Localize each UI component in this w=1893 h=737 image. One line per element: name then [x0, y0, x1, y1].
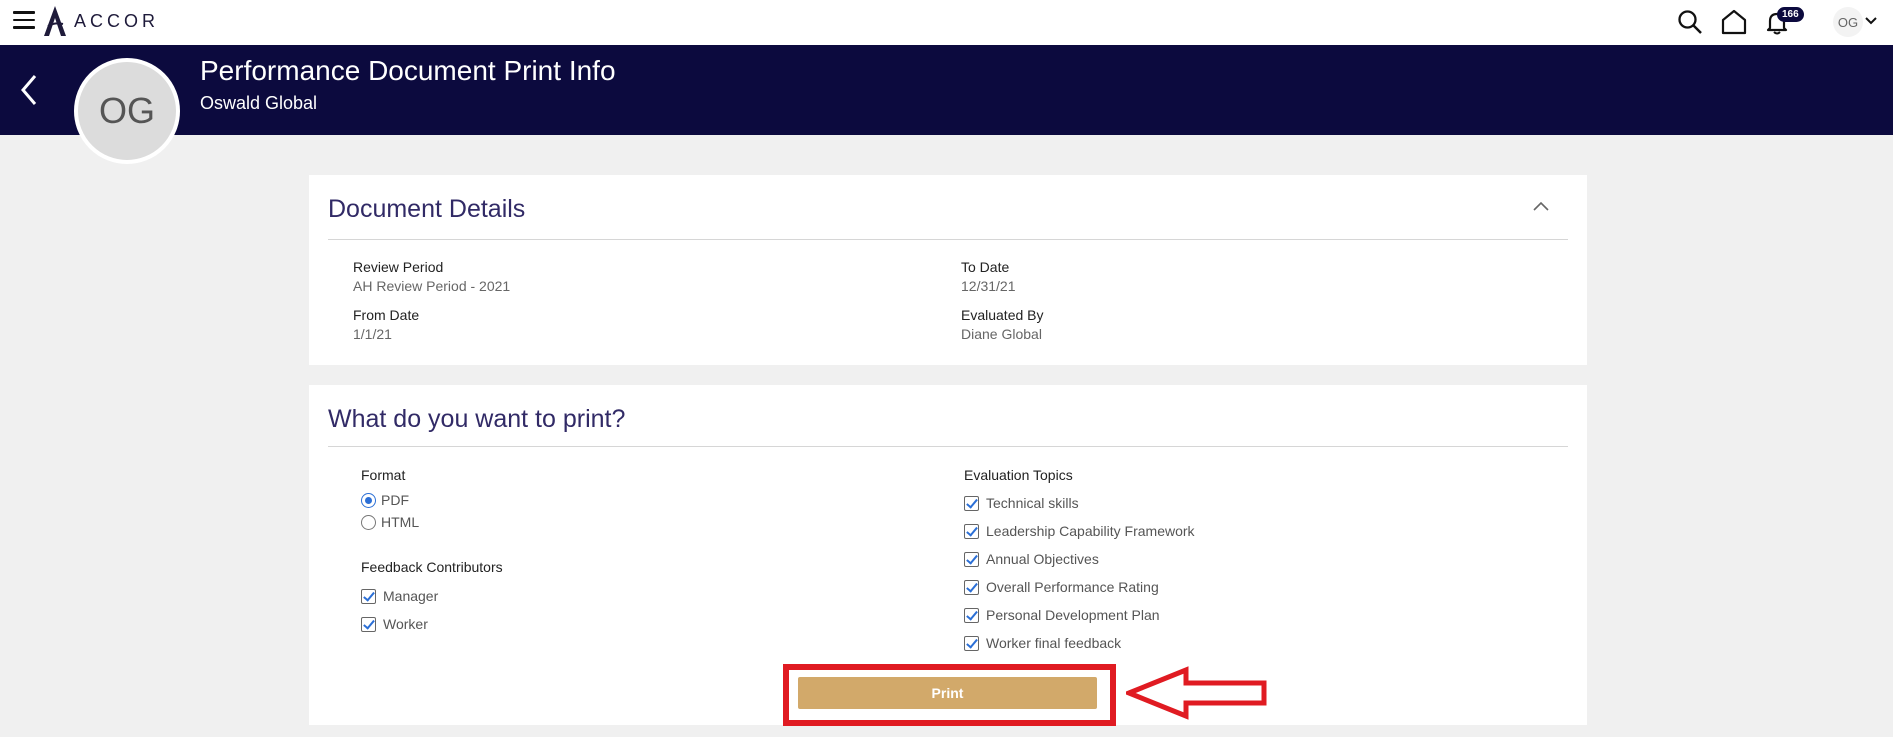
radio-unselected[interactable]	[361, 514, 376, 530]
format-option-label: HTML	[381, 514, 420, 530]
profile-avatar: OG	[74, 58, 180, 164]
format-label: Format	[361, 467, 406, 483]
accor-logo[interactable]: ACCOR	[42, 5, 159, 37]
contributor-label: Worker	[383, 616, 428, 632]
evaluated-by-label: Evaluated By	[961, 307, 1044, 323]
notification-count-badge: 166	[1777, 7, 1804, 22]
document-details-title: Document Details	[328, 195, 526, 223]
contributor-manager[interactable]: Manager	[361, 588, 438, 604]
chevron-down-icon[interactable]	[1864, 14, 1878, 28]
review-period-value: AH Review Period - 2021	[353, 278, 511, 294]
search-icon[interactable]	[1676, 8, 1704, 36]
checkbox-checked[interactable]	[964, 635, 979, 651]
checkbox-checked[interactable]	[361, 616, 376, 632]
user-avatar-small[interactable]: OG	[1833, 7, 1863, 37]
checkbox-checked[interactable]	[964, 551, 979, 567]
topic-technical-skills[interactable]: Technical skills	[964, 495, 1079, 511]
topic-label: Overall Performance Rating	[986, 579, 1159, 595]
contributor-worker[interactable]: Worker	[361, 616, 428, 632]
format-option-html[interactable]: HTML	[361, 514, 419, 530]
back-arrow-icon[interactable]	[16, 73, 42, 107]
brand-name: ACCOR	[74, 10, 160, 31]
topic-personal-development-plan[interactable]: Personal Development Plan	[964, 607, 1160, 623]
to-date-label: To Date	[961, 259, 1010, 275]
annotation-arrow-icon	[1126, 666, 1267, 720]
to-date-value: 12/31/21	[961, 278, 1016, 294]
topic-label: Personal Development Plan	[986, 607, 1160, 623]
checkbox-checked[interactable]	[361, 588, 376, 604]
page-title: Performance Document Print Info	[200, 55, 616, 86]
checkbox-checked[interactable]	[964, 579, 979, 595]
topic-label: Annual Objectives	[986, 551, 1099, 567]
document-details-card: Document Details Review Period AH Review…	[309, 175, 1587, 365]
checkbox-checked[interactable]	[964, 607, 979, 623]
home-icon[interactable]	[1720, 8, 1748, 36]
top-navigation-bar: ACCOR 166 OG	[0, 0, 1893, 45]
topic-label: Leadership Capability Framework	[986, 523, 1195, 539]
from-date-value: 1/1/21	[353, 326, 392, 342]
review-period-label: Review Period	[353, 259, 444, 275]
topic-label: Technical skills	[986, 495, 1079, 511]
topic-annual-objectives[interactable]: Annual Objectives	[964, 551, 1099, 567]
checkbox-checked[interactable]	[964, 495, 979, 511]
topic-worker-final-feedback[interactable]: Worker final feedback	[964, 635, 1121, 651]
topic-label: Worker final feedback	[986, 635, 1122, 651]
chevron-up-icon[interactable]	[1531, 199, 1551, 213]
evaluated-by-value: Diane Global	[961, 326, 1042, 342]
divider	[328, 446, 1568, 447]
print-options-card: What do you want to print? Format PDF HT…	[309, 385, 1587, 725]
format-option-pdf[interactable]: PDF	[361, 492, 409, 508]
checkbox-checked[interactable]	[964, 523, 979, 539]
person-name: Oswald Global	[200, 93, 318, 113]
contributor-label: Manager	[383, 588, 439, 604]
accor-logo-mark-icon	[44, 6, 66, 36]
menu-icon[interactable]	[13, 11, 35, 29]
divider	[328, 239, 1568, 240]
topic-overall-performance-rating[interactable]: Overall Performance Rating	[964, 579, 1159, 595]
from-date-label: From Date	[353, 307, 420, 323]
evaluation-topics-label: Evaluation Topics	[964, 467, 1073, 483]
print-options-title: What do you want to print?	[328, 405, 626, 433]
feedback-contributors-label: Feedback Contributors	[361, 559, 503, 575]
print-button[interactable]: Print	[798, 677, 1097, 709]
radio-selected[interactable]	[361, 492, 376, 508]
format-option-label: PDF	[381, 492, 409, 508]
topic-leadership-capability-framework[interactable]: Leadership Capability Framework	[964, 523, 1195, 539]
